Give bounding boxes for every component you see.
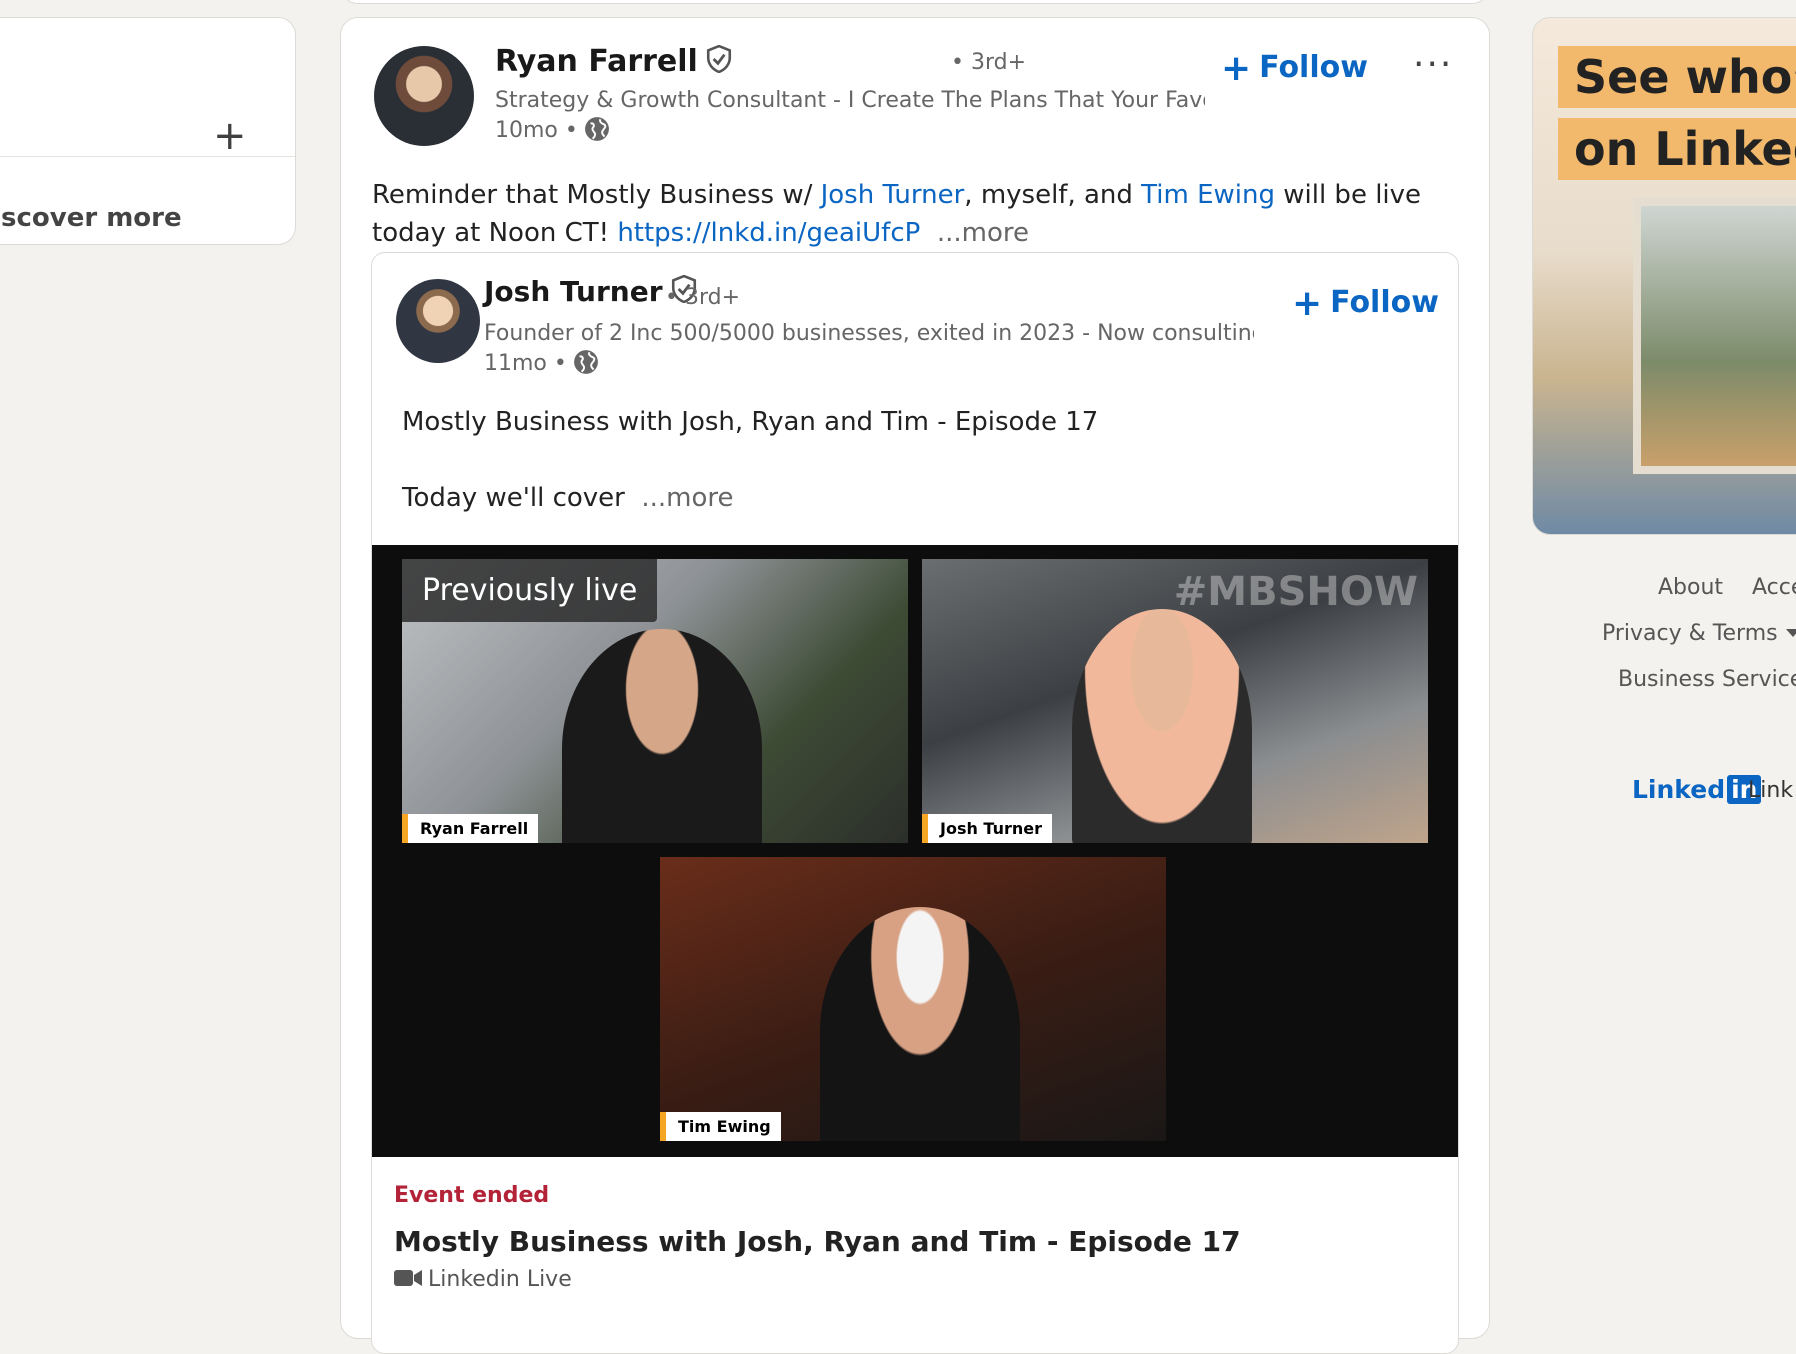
see-more-link[interactable]: ...more bbox=[937, 218, 1029, 248]
post-link[interactable]: https://lnkd.in/geaiUfcP bbox=[617, 218, 920, 248]
post-time-text: 10mo • bbox=[495, 118, 578, 143]
footer-about-link[interactable]: About bbox=[1658, 575, 1723, 600]
show-watermark: #MBSHOW bbox=[1173, 569, 1418, 615]
ad-headline-line: on LinkedI bbox=[1558, 118, 1796, 180]
footer-accessibility-link[interactable]: Acce bbox=[1752, 575, 1796, 600]
video-camera-icon bbox=[394, 1270, 422, 1286]
reshared-post[interactable]: Josh Turner • 3rd+ Founder of 2 Inc 500/… bbox=[371, 252, 1459, 1354]
divider bbox=[0, 156, 295, 157]
advertisement[interactable]: See who’s on LinkedI bbox=[1532, 17, 1796, 535]
linkedin-logo: Linked in bbox=[1632, 775, 1762, 804]
linkedin-corporation-text: Link bbox=[1748, 778, 1794, 803]
reshared-text-segment: Today we'll cover bbox=[402, 483, 625, 513]
mention-josh-turner[interactable]: Josh Turner bbox=[821, 180, 965, 210]
author-name[interactable]: Ryan Farrell bbox=[495, 44, 732, 79]
event-title[interactable]: Mostly Business with Josh, Ryan and Tim … bbox=[394, 1225, 1241, 1258]
more-options-icon[interactable]: ··· bbox=[1413, 44, 1453, 85]
globe-icon bbox=[584, 117, 609, 141]
reshared-author-avatar[interactable] bbox=[396, 279, 480, 363]
participant-figure bbox=[820, 907, 1020, 1141]
post-time: 10mo • bbox=[495, 116, 610, 143]
participant-name-tag: Ryan Farrell bbox=[402, 814, 539, 843]
reshared-post-time: 11mo • bbox=[484, 349, 599, 376]
follow-button-label: Follow bbox=[1259, 50, 1368, 85]
author-avatar[interactable] bbox=[374, 46, 474, 146]
participant-figure bbox=[562, 629, 762, 843]
previously-live-badge: Previously live bbox=[402, 559, 658, 622]
follow-button-label: Follow bbox=[1330, 285, 1439, 320]
plus-icon: + bbox=[1221, 48, 1252, 89]
previous-post-edge bbox=[340, 0, 1490, 4]
left-sidebar-card: + scover more bbox=[0, 17, 296, 245]
reshared-time-text: 11mo • bbox=[484, 351, 567, 376]
verified-icon bbox=[706, 45, 731, 73]
video-tile: Tim Ewing bbox=[660, 857, 1166, 1141]
post-body: Reminder that Mostly Business w/ Josh Tu… bbox=[372, 176, 1462, 252]
post-text-segment: Reminder that Mostly Business w/ bbox=[372, 180, 821, 210]
ad-image bbox=[1633, 198, 1796, 474]
post-text-segment: , myself, and bbox=[964, 180, 1142, 210]
chevron-down-icon bbox=[1785, 629, 1796, 637]
footer-business-services-link[interactable]: Business Services bbox=[1618, 667, 1796, 692]
discover-more-link[interactable]: scover more bbox=[1, 203, 182, 233]
video-tile: #MBSHOW Josh Turner bbox=[922, 559, 1428, 843]
reshared-text-line: Today we'll cover ...more bbox=[402, 479, 1402, 517]
globe-icon bbox=[573, 350, 598, 374]
ad-headline-line: See who’s bbox=[1558, 46, 1796, 108]
add-icon[interactable]: + bbox=[213, 116, 247, 156]
reshared-author-name-text[interactable]: Josh Turner bbox=[484, 275, 663, 308]
participant-name-tag: Josh Turner bbox=[922, 814, 1052, 843]
reshared-follow-button[interactable]: + Follow bbox=[1292, 283, 1439, 324]
plus-icon: + bbox=[1292, 283, 1323, 324]
feed-post: Ryan Farrell • 3rd+ Strategy & Growth Co… bbox=[340, 17, 1490, 1354]
footer-privacy-terms-link[interactable]: Privacy & Terms bbox=[1602, 621, 1796, 646]
footer-privacy-label: Privacy & Terms bbox=[1602, 621, 1778, 646]
connection-degree: • 3rd+ bbox=[951, 50, 1027, 75]
reshared-author-headline: Founder of 2 Inc 500/5000 businesses, ex… bbox=[484, 321, 1254, 346]
event-type: Linkedin Live bbox=[394, 1267, 572, 1292]
participant-name-tag: Tim Ewing bbox=[660, 1112, 781, 1141]
see-more-link[interactable]: ...more bbox=[641, 483, 733, 513]
reshared-post-body: Mostly Business with Josh, Ryan and Tim … bbox=[402, 403, 1402, 517]
participant-figure bbox=[1072, 609, 1252, 843]
mention-tim-ewing[interactable]: Tim Ewing bbox=[1141, 180, 1275, 210]
event-status: Event ended bbox=[394, 1183, 550, 1208]
reshared-text-line: Mostly Business with Josh, Ryan and Tim … bbox=[402, 407, 1099, 437]
event-type-label: Linkedin Live bbox=[428, 1267, 572, 1292]
author-name-text[interactable]: Ryan Farrell bbox=[495, 44, 698, 79]
follow-button[interactable]: + Follow bbox=[1221, 48, 1368, 89]
author-headline: Strategy & Growth Consultant - I Create … bbox=[495, 88, 1205, 113]
linkedin-logo-text: Linked bbox=[1632, 775, 1726, 804]
reshared-connection-degree: • 3rd+ bbox=[665, 285, 741, 310]
live-video-player[interactable]: Ryan Farrell #MBSHOW Josh Turner Tim Ewi… bbox=[372, 545, 1458, 1157]
